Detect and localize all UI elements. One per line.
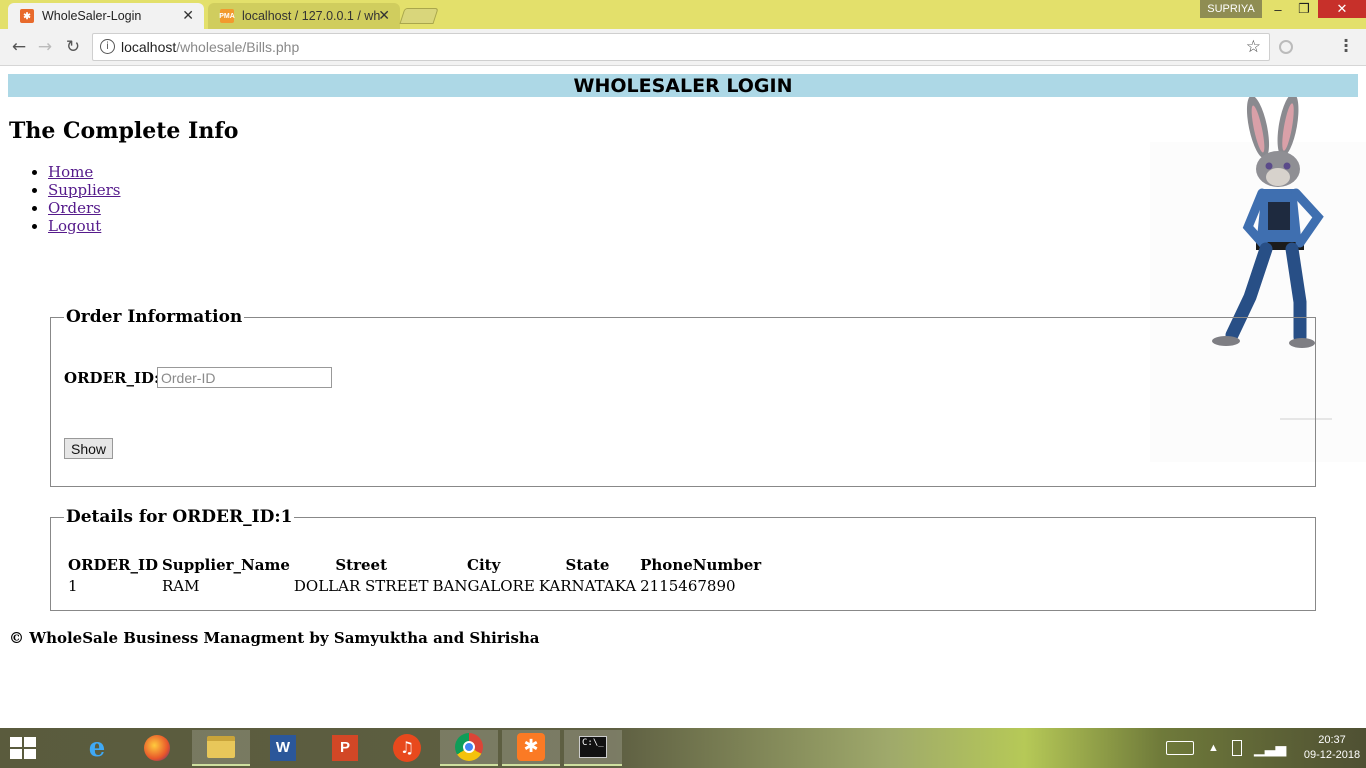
order-information-legend: Order Information bbox=[66, 307, 243, 327]
page-content: WHOLESALER LOGIN The Complete Info Home … bbox=[0, 67, 1366, 728]
order-id-label: ORDER_ID: bbox=[64, 369, 160, 387]
new-tab-button[interactable] bbox=[399, 8, 439, 24]
order-id-input[interactable] bbox=[157, 367, 332, 388]
order-information-fieldset: Order Information bbox=[50, 307, 1316, 487]
taskbar: e W P ♫ ✱ C:\_ ▲ ▁▃▅ 20:37 09-12-2018 bbox=[0, 728, 1366, 768]
maximize-button[interactable]: ❐ bbox=[1292, 0, 1316, 18]
browser-menu-icon[interactable]: · · · bbox=[1340, 33, 1352, 59]
nav-link-suppliers[interactable]: Suppliers bbox=[48, 181, 120, 199]
info-icon[interactable]: i bbox=[100, 39, 115, 54]
clock-time: 20:37 bbox=[1318, 734, 1346, 746]
profile-badge[interactable]: SUPRIYA bbox=[1200, 0, 1262, 18]
table-cell: 1 bbox=[68, 577, 78, 595]
table-header-row: ORDER_ID Supplier_Name Street City State… bbox=[66, 554, 763, 576]
browser-toolbar: ← → ↻ i localhost/wholesale/Bills.php ☆ bbox=[0, 29, 1366, 66]
address-path: /wholesale/Bills.php bbox=[176, 39, 300, 55]
nav-list: Home Suppliers Orders Logout bbox=[48, 163, 120, 235]
extension-icon[interactable] bbox=[1279, 40, 1293, 54]
column-header: PhoneNumber bbox=[640, 556, 762, 574]
table-cell: RAM bbox=[161, 577, 200, 595]
column-header: Street bbox=[335, 556, 388, 574]
tab-title: localhost / 127.0.0.1 / wh bbox=[242, 9, 381, 23]
minimize-button[interactable]: – bbox=[1266, 0, 1290, 18]
tab-close-icon[interactable]: ✕ bbox=[182, 7, 194, 24]
xampp-icon[interactable]: ✱ bbox=[502, 730, 560, 766]
tab-wholesaler-login[interactable]: ✱ WholeSaler-Login ✕ bbox=[8, 3, 204, 29]
nav-item-home: Home bbox=[48, 163, 120, 181]
tab-close-icon[interactable]: ✕ bbox=[378, 7, 390, 24]
address-host: localhost bbox=[121, 39, 177, 55]
windows-start-icon[interactable] bbox=[10, 737, 38, 761]
table-cell: DOLLAR STREET bbox=[293, 577, 429, 595]
column-header: State bbox=[565, 556, 610, 574]
tab-title: WholeSaler-Login bbox=[42, 9, 142, 23]
firefox-icon[interactable] bbox=[128, 730, 186, 766]
column-header: City bbox=[467, 556, 501, 574]
reload-icon[interactable]: ↻ bbox=[62, 36, 84, 58]
address-bar[interactable]: i localhost/wholesale/Bills.php ☆ bbox=[92, 33, 1270, 61]
nav-link-logout[interactable]: Logout bbox=[48, 217, 101, 235]
details-table: ORDER_ID Supplier_Name Street City State… bbox=[66, 554, 763, 596]
nav-link-orders[interactable]: Orders bbox=[48, 199, 101, 217]
powerpoint-icon[interactable]: P bbox=[316, 730, 374, 766]
tab-phpmyadmin[interactable]: PMA localhost / 127.0.0.1 / wh ✕ bbox=[208, 3, 400, 29]
close-window-button[interactable]: ✕ bbox=[1318, 0, 1366, 18]
internet-explorer-icon[interactable]: e bbox=[68, 730, 126, 766]
back-arrow-icon[interactable]: ← bbox=[8, 36, 30, 58]
keyboard-icon[interactable] bbox=[1166, 728, 1194, 768]
page-title: The Complete Info bbox=[9, 118, 239, 144]
column-header: Supplier_Name bbox=[161, 556, 290, 574]
chrome-icon[interactable] bbox=[440, 730, 498, 766]
page-banner: WHOLESALER LOGIN bbox=[8, 74, 1358, 97]
table-cell: KARNATAKA bbox=[538, 577, 637, 595]
table-row: 1 RAM DOLLAR STREET BANGALORE KARNATAKA … bbox=[66, 576, 763, 596]
page-footer: © WholeSale Business Managment by Samyuk… bbox=[9, 629, 540, 647]
phpmyadmin-favicon-icon: PMA bbox=[219, 9, 235, 23]
xampp-favicon-icon: ✱ bbox=[20, 9, 34, 23]
music-icon[interactable]: ♫ bbox=[378, 730, 436, 766]
nav-item-orders: Orders bbox=[48, 199, 120, 217]
forward-arrow-icon[interactable]: → bbox=[34, 36, 56, 58]
word-icon[interactable]: W bbox=[254, 730, 312, 766]
show-button[interactable]: Show bbox=[64, 438, 113, 459]
file-manager-icon[interactable] bbox=[192, 730, 250, 766]
bookmark-star-icon[interactable]: ☆ bbox=[1246, 37, 1261, 57]
table-cell: BANGALORE bbox=[432, 577, 535, 595]
column-header: ORDER_ID bbox=[68, 556, 158, 574]
nav-link-home[interactable]: Home bbox=[48, 163, 93, 181]
nav-item-suppliers: Suppliers bbox=[48, 181, 120, 199]
nav-item-logout: Logout bbox=[48, 217, 120, 235]
signal-icon[interactable]: ▁▃▅ bbox=[1254, 728, 1286, 768]
table-cell: 2115467890 bbox=[640, 577, 736, 595]
browser-title-bar: ✱ WholeSaler-Login ✕ PMA localhost / 127… bbox=[0, 0, 1366, 29]
show-hidden-icons[interactable]: ▲ bbox=[1208, 728, 1219, 768]
terminal-icon[interactable]: C:\_ bbox=[564, 730, 622, 766]
clock-date: 09-12-2018 bbox=[1303, 749, 1361, 761]
system-clock[interactable]: 20:37 09-12-2018 bbox=[1302, 733, 1362, 763]
details-legend: Details for ORDER_ID:1 bbox=[66, 507, 293, 527]
battery-icon[interactable] bbox=[1232, 728, 1242, 768]
